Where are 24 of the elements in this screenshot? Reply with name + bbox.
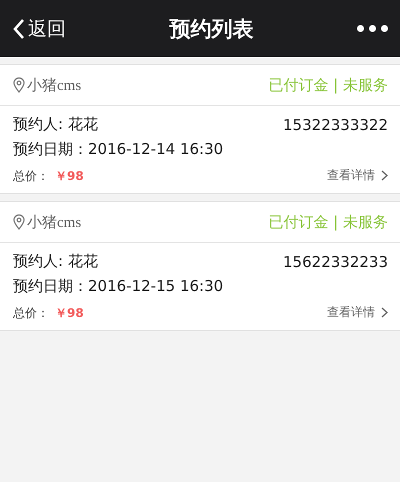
booker-name: 预约人: 花花 (13, 115, 98, 134)
more-button[interactable] (357, 25, 388, 32)
total-price: ￥98 (55, 306, 84, 320)
booking-date: 预约日期：2016-12-14 16:30 (13, 140, 224, 159)
shop-name: 小猪cms (27, 214, 82, 232)
chevron-right-icon (381, 306, 388, 318)
phone-number: 15322333322 (283, 116, 388, 134)
location-pin-icon (13, 214, 25, 230)
order-status: 已付订金 | 未服务 (268, 76, 388, 94)
total-label: 总价： (13, 306, 49, 320)
location-pin-icon (13, 77, 25, 93)
chevron-right-icon (381, 170, 388, 180)
page-title: 预约列表 (170, 16, 254, 42)
booking-date: 预约日期：2016-12-15 16:30 (13, 277, 224, 296)
booker-name: 预约人: 花花 (13, 252, 98, 271)
order-status: 已付订金 | 未服务 (268, 212, 388, 232)
shop-name: 小猪cms (27, 76, 82, 94)
back-button[interactable]: 返回 (12, 16, 66, 42)
total-price: ￥98 (55, 169, 84, 183)
details-link[interactable]: 查看详情 (327, 304, 388, 320)
total-label: 总价： (13, 169, 49, 183)
phone-number: 15622332233 (283, 252, 388, 270)
details-link[interactable]: 查看详情 (327, 166, 388, 184)
back-chevron-icon (12, 18, 26, 40)
